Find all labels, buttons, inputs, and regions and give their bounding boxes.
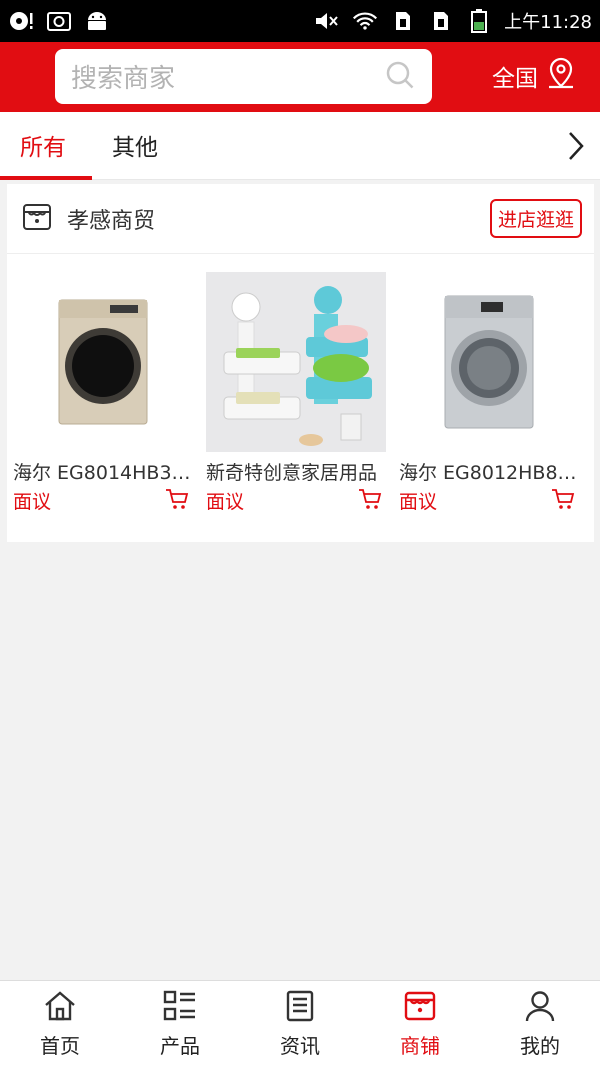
product-image[interactable] xyxy=(206,272,386,452)
product-item[interactable]: 海尔 EG8014HB39GU1 面议 xyxy=(7,272,200,514)
location-pin-icon xyxy=(546,56,576,96)
shop-icon xyxy=(403,990,437,1026)
cart-icon[interactable] xyxy=(165,488,189,514)
price-row: 面议 xyxy=(206,487,382,514)
nav-label: 资讯 xyxy=(280,1033,320,1058)
user-icon xyxy=(523,990,557,1026)
battery-icon xyxy=(466,9,492,33)
nav-profile[interactable]: 我的 xyxy=(480,981,600,1067)
product-price: 面议 xyxy=(399,491,438,513)
region-label: 全国 xyxy=(492,66,538,92)
nav-label: 商铺 xyxy=(400,1033,440,1058)
product-list: 海尔 EG8014HB39GU1 面议 xyxy=(7,272,594,514)
nav-label: 产品 xyxy=(160,1033,200,1058)
product-name: 新奇特创意家居用品 xyxy=(206,462,378,484)
nav-products[interactable]: 产品 xyxy=(120,981,240,1067)
sim2-icon xyxy=(428,10,454,32)
sim1-icon xyxy=(390,10,416,32)
price-row: 面议 xyxy=(13,487,189,514)
product-item[interactable]: 新奇特创意家居用品 面议 xyxy=(200,272,393,514)
search-input[interactable]: 搜索商家 xyxy=(71,58,384,95)
product-list-icon xyxy=(163,990,197,1026)
mute-icon xyxy=(314,10,340,32)
product-image[interactable] xyxy=(399,272,579,452)
product-image[interactable] xyxy=(13,272,193,452)
cart-icon[interactable] xyxy=(358,488,382,514)
product-name: 海尔 EG8012HB86S xyxy=(399,462,577,484)
shop-name[interactable]: 孝感商贸 xyxy=(67,203,490,235)
status-bar: 上午11:28 xyxy=(0,0,600,42)
shop-header: 孝感商贸 进店逛逛 xyxy=(7,184,594,254)
tab-other[interactable]: 其他 xyxy=(112,128,158,162)
enter-shop-button[interactable]: 进店逛逛 xyxy=(489,199,582,238)
wifi-icon xyxy=(352,10,378,32)
shop-card: 孝感商贸 进店逛逛 海尔 EG8014HB39GU1 面议 xyxy=(7,184,594,542)
nav-news[interactable]: 资讯 xyxy=(240,981,360,1067)
news-icon xyxy=(283,990,317,1026)
tab-all[interactable]: 所有 xyxy=(20,128,66,162)
product-name: 海尔 EG8014HB39GU1 xyxy=(13,462,191,484)
search-box[interactable]: 搜索商家 xyxy=(55,49,432,104)
disc-icon xyxy=(8,10,34,32)
region-selector[interactable]: 全国 xyxy=(492,56,576,96)
product-price: 面议 xyxy=(206,491,245,513)
home-icon xyxy=(43,990,77,1026)
nav-home[interactable]: 首页 xyxy=(0,981,120,1067)
product-item[interactable]: 海尔 EG8012HB86S 面议 xyxy=(393,272,586,514)
screenshot-icon xyxy=(46,10,72,32)
search-icon[interactable] xyxy=(384,59,416,95)
chevron-right-icon[interactable] xyxy=(566,130,586,166)
nav-shops[interactable]: 商铺 xyxy=(360,981,480,1067)
cart-icon[interactable] xyxy=(551,488,575,514)
nav-label: 我的 xyxy=(520,1033,560,1058)
top-header: 搜索商家 全国 xyxy=(0,42,600,112)
category-tabs: 所有 其他 xyxy=(0,112,600,180)
product-price: 面议 xyxy=(13,491,52,513)
bottom-nav: 首页 产品 资讯 商铺 我的 xyxy=(0,980,600,1067)
price-row: 面议 xyxy=(399,487,575,514)
nav-label: 首页 xyxy=(40,1033,80,1058)
status-time: 上午11:28 xyxy=(504,12,592,33)
store-icon xyxy=(21,201,53,237)
android-icon xyxy=(84,10,110,32)
active-tab-indicator xyxy=(0,176,92,180)
